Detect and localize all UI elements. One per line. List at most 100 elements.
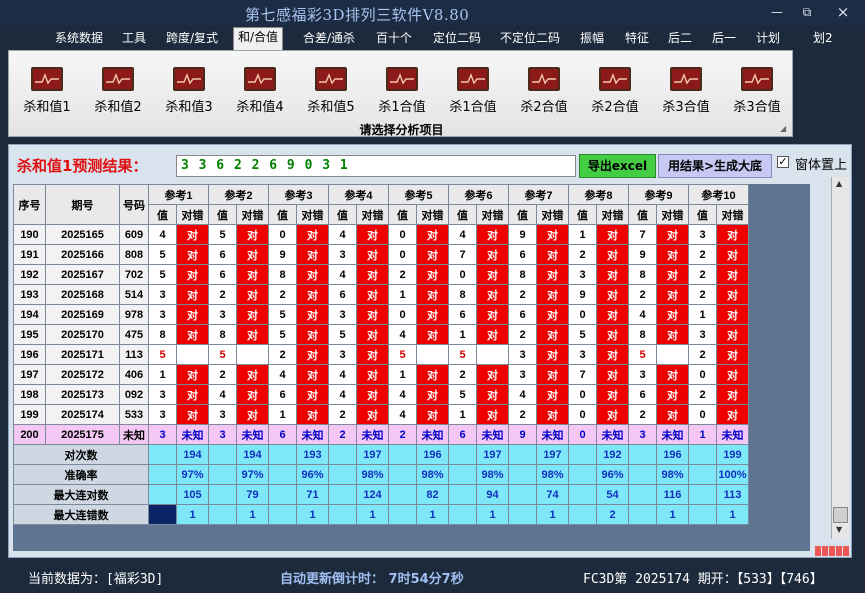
stat-label: 最大连错数 — [13, 504, 149, 525]
table-row[interactable]: 197 2025172 406 1 对 2 对 4 对 4 对 1 对 2 对 3 对 7 对 3 对 0 对 — [13, 364, 749, 385]
cell-code: 609 — [119, 224, 149, 245]
menu-item[interactable]: 跨度/复式 — [166, 29, 218, 49]
cell-judge-right: 对 — [716, 344, 749, 365]
table-row[interactable]: 193 2025168 514 3 对 2 对 2 对 6 对 1 对 8 对 2 对 9 对 2 对 2 对 — [13, 284, 749, 305]
menu-item[interactable]: 划2 — [813, 29, 833, 49]
cell-judge-right: 对 — [596, 404, 629, 425]
ribbon-button[interactable]: 杀和值3 — [156, 67, 222, 115]
stat-spacer — [628, 464, 657, 485]
ribbon-button[interactable]: 杀2合值 — [511, 67, 577, 115]
table-row[interactable]: 196 2025171 113 5 5 2 对 3 对 5 5 3 对 3 对 5 2 对 — [13, 344, 749, 365]
ribbon-button[interactable]: 杀3合值 — [724, 67, 790, 115]
cell-value: 4 — [148, 224, 177, 245]
menu-item[interactable]: 特征 — [625, 29, 649, 49]
header-judge: 对错 — [296, 204, 329, 225]
stat-value: 105 — [176, 484, 209, 505]
export-excel-button[interactable]: 导出excel — [579, 154, 656, 178]
cell-seq: 199 — [13, 404, 46, 425]
table-row[interactable]: 198 2025173 092 3 对 4 对 6 对 4 对 4 对 5 对 4 对 0 对 6 对 2 对 — [13, 384, 749, 405]
menu-item[interactable]: 后一 — [712, 29, 736, 49]
cell-value: 4 — [328, 364, 357, 385]
table-row[interactable]: 194 2025169 978 3 对 3 对 5 对 3 对 0 对 6 对 6 对 0 对 4 对 1 对 — [13, 304, 749, 325]
ribbon-button[interactable]: 杀和值4 — [227, 67, 293, 115]
menu-item[interactable]: 计划 — [756, 29, 780, 49]
cell-value: 2 — [688, 284, 717, 305]
cell-value: 2 — [508, 324, 537, 345]
cell-value: 7 — [628, 224, 657, 245]
stat-spacer — [268, 464, 297, 485]
header-ref-group: 参考1 — [148, 184, 209, 205]
stat-spacer — [328, 444, 357, 465]
vertical-scrollbar[interactable]: ▲ ▼ — [831, 177, 849, 539]
cell-judge-right: 对 — [356, 404, 389, 425]
table-row[interactable]: 200 2025175 未知 3 未知 3 未知 6 未知 2 未知 2 未知 6 未知 9 未知 0 未知 3 未知 1… — [13, 424, 749, 445]
cell-seq: 193 — [13, 284, 46, 305]
cell-judge-right: 对 — [356, 224, 389, 245]
scroll-thumb[interactable] — [833, 507, 848, 523]
cell-value: 6 — [208, 264, 237, 285]
restore-button[interactable]: ⧉ — [796, 3, 818, 21]
ribbon-button[interactable]: 杀1合值 — [440, 67, 506, 115]
cell-value: 9 — [268, 244, 297, 265]
table-row[interactable]: 191 2025166 808 5 对 6 对 9 对 3 对 0 对 7 对 6 对 2 对 9 对 2 对 — [13, 244, 749, 265]
cell-period: 2025170 — [45, 324, 120, 345]
scroll-up-icon[interactable]: ▲ — [836, 179, 842, 188]
ribbon-button[interactable]: 杀和值5 — [298, 67, 364, 115]
menu-item[interactable]: 和/合值 — [233, 27, 284, 50]
table-row[interactable]: 199 2025174 533 3 对 3 对 1 对 2 对 4 对 1 对 2 对 0 对 2 对 0 对 — [13, 404, 749, 425]
cell-value: 1 — [148, 364, 177, 385]
predicted-numbers-field[interactable]: 3 3 6 2 2 6 9 0 3 1 — [176, 155, 576, 177]
cell-value-wrong: 5 — [448, 344, 477, 365]
cell-value: 3 — [208, 424, 237, 445]
pin-window-checkbox[interactable]: ✓ — [777, 156, 789, 168]
ribbon-button[interactable]: 杀和值2 — [85, 67, 151, 115]
close-button[interactable]: × — [832, 3, 854, 21]
menu-item[interactable]: 工具 — [122, 29, 146, 49]
cell-judge-right: 对 — [416, 224, 449, 245]
minimize-button[interactable]: — — [766, 3, 788, 21]
menu-item[interactable]: 系统数据 — [55, 29, 103, 49]
result-title: 杀和值1预测结果： — [17, 157, 148, 175]
cell-value: 3 — [508, 344, 537, 365]
scroll-down-icon[interactable]: ▼ — [836, 525, 842, 534]
ribbon-button[interactable]: 杀1合值 — [369, 67, 435, 115]
cell-period: 2025174 — [45, 404, 120, 425]
ribbon-button[interactable]: 杀2合值 — [582, 67, 648, 115]
cell-judge-right: 对 — [416, 364, 449, 385]
cell-value: 5 — [148, 244, 177, 265]
table-row[interactable]: 192 2025167 702 5 对 6 对 8 对 4 对 2 对 0 对 8 对 3 对 8 对 2 对 — [13, 264, 749, 285]
header-value: 值 — [388, 204, 417, 225]
menu-item[interactable]: 定位二码 — [433, 29, 481, 49]
cell-judge-right: 对 — [176, 384, 209, 405]
table-row[interactable]: 195 2025170 475 8 对 8 对 5 对 5 对 4 对 1 对 2 对 5 对 8 对 3 对 — [13, 324, 749, 345]
menu-item[interactable]: 振幅 — [580, 29, 604, 49]
cell-value: 4 — [208, 384, 237, 405]
ribbon-button[interactable]: 杀和值1 — [14, 67, 80, 115]
stat-value: 194 — [176, 444, 209, 465]
cell-value: 6 — [448, 424, 477, 445]
ribbon-expand-icon[interactable]: ◢ — [780, 124, 786, 133]
menu-item[interactable]: 后二 — [668, 29, 692, 49]
table-row[interactable]: 190 2025165 609 4 对 5 对 0 对 4 对 0 对 4 对 9 对 1 对 7 对 3 对 — [13, 224, 749, 245]
cell-judge-right: 对 — [356, 264, 389, 285]
cell-judge-right: 对 — [356, 284, 389, 305]
menu-item[interactable]: 百十个 — [376, 29, 412, 49]
menu-item[interactable]: 不定位二码 — [500, 29, 560, 49]
header-ref-group: 参考4 — [328, 184, 389, 205]
cell-value: 6 — [208, 244, 237, 265]
cell-judge-right: 对 — [596, 344, 629, 365]
cell-judge-right: 对 — [536, 344, 569, 365]
cell-value: 5 — [268, 304, 297, 325]
cell-value: 2 — [508, 284, 537, 305]
cell-code: 978 — [119, 304, 149, 325]
cell-seq: 197 — [13, 364, 46, 385]
stat-spacer — [208, 484, 237, 505]
generate-base-button[interactable]: 用结果>生成大底 — [658, 154, 772, 178]
cell-value: 4 — [388, 404, 417, 425]
cell-period: 2025165 — [45, 224, 120, 245]
stat-value: 79 — [236, 484, 269, 505]
menu-item[interactable]: 合差/通杀 — [303, 29, 355, 49]
cell-value: 5 — [268, 324, 297, 345]
cell-value-wrong: 5 — [148, 344, 177, 365]
ribbon-button[interactable]: 杀3合值 — [653, 67, 719, 115]
